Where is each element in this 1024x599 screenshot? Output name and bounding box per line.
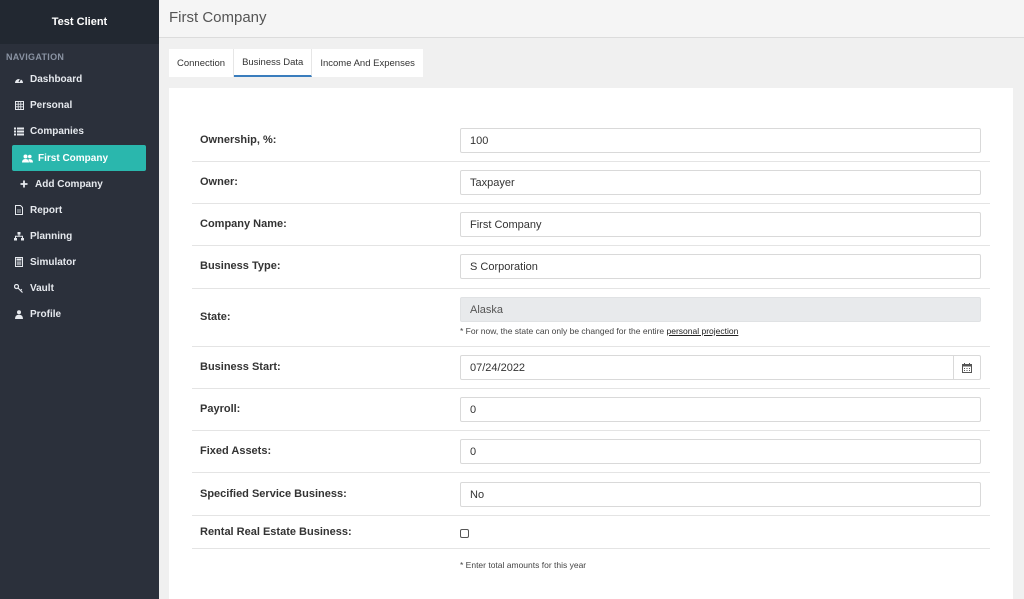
specified-service-label: Specified Service Business:	[200, 488, 347, 500]
sidebar-item-label: Personal	[30, 99, 73, 111]
sidebar: Test Client NAVIGATION Dashboard Persona…	[0, 0, 159, 599]
sidebar-item-label: First Company	[38, 152, 109, 164]
footnote: * Enter total amounts for this year	[460, 560, 587, 570]
business-type-select[interactable]: S Corporation	[460, 254, 981, 279]
plus-icon	[17, 180, 31, 188]
sidebar-item-report[interactable]: Report	[0, 197, 159, 223]
tab-income-and-expenses[interactable]: Income And Expenses	[312, 49, 423, 77]
tab-bar: Connection Business Data Income And Expe…	[169, 49, 423, 77]
sidebar-item-dashboard[interactable]: Dashboard	[0, 66, 159, 92]
state-note: * For now, the state can only be changed…	[460, 326, 739, 336]
calculator-icon	[12, 257, 26, 267]
sidebar-item-vault[interactable]: Vault	[0, 275, 159, 301]
form-row-specified-service: Specified Service Business: No	[192, 473, 990, 516]
form-row-owner: Owner: Taxpayer	[192, 162, 990, 204]
payroll-input[interactable]: 0	[460, 397, 981, 422]
sidebar-item-label: Vault	[30, 282, 54, 294]
state-input: Alaska	[460, 297, 981, 322]
owner-label: Owner:	[200, 176, 238, 188]
company-name-input[interactable]: First Company	[460, 212, 981, 237]
sidebar-item-add-company[interactable]: Add Company	[0, 171, 159, 197]
business-start-label: Business Start:	[200, 361, 281, 373]
user-icon	[12, 309, 26, 319]
business-start-value: 07/24/2022	[470, 361, 526, 374]
rental-real-estate-checkbox[interactable]	[460, 529, 469, 538]
sitemap-icon	[12, 231, 26, 241]
form-row-rental-real-estate: Rental Real Estate Business:	[192, 516, 990, 549]
form-row-state: State: Alaska * For now, the state can o…	[192, 289, 990, 347]
sidebar-item-simulator[interactable]: Simulator	[0, 249, 159, 275]
sidebar-item-first-company[interactable]: First Company	[12, 145, 146, 171]
sidebar-item-companies[interactable]: Companies	[0, 118, 159, 144]
sidebar-item-label: Add Company	[35, 178, 103, 190]
state-label: State:	[200, 311, 231, 323]
sidebar-item-planning[interactable]: Planning	[0, 223, 159, 249]
dashboard-icon	[12, 75, 26, 84]
ownership-label: Ownership, %:	[200, 134, 277, 146]
sidebar-item-personal[interactable]: Personal	[0, 92, 159, 118]
business-type-label: Business Type:	[200, 260, 281, 272]
form-row-payroll: Payroll: 0	[192, 389, 990, 431]
business-start-date-input[interactable]: 07/24/2022	[460, 355, 981, 380]
business-data-form: Ownership, %: 100 Owner: Taxpayer Compan…	[169, 88, 1013, 599]
specified-service-select[interactable]: No	[460, 482, 981, 507]
tab-business-data[interactable]: Business Data	[234, 49, 313, 77]
form-row-ownership: Ownership, %: 100	[192, 120, 990, 162]
key-icon	[12, 283, 26, 293]
personal-projection-link[interactable]: personal projection	[667, 326, 739, 336]
page-title: First Company	[169, 9, 267, 26]
sidebar-item-profile[interactable]: Profile	[0, 301, 159, 327]
sidebar-item-label: Profile	[30, 308, 62, 320]
page-header: First Company	[159, 0, 1024, 38]
form-row-business-start: Business Start: 07/24/2022	[192, 347, 990, 389]
fixed-assets-input[interactable]: 0	[460, 439, 981, 464]
calendar-icon[interactable]	[953, 356, 980, 379]
file-icon	[12, 205, 26, 215]
nav-heading: NAVIGATION	[6, 52, 65, 62]
form-row-fixed-assets: Fixed Assets: 0	[192, 431, 990, 473]
form-row-business-type: Business Type: S Corporation	[192, 246, 990, 289]
client-name[interactable]: Test Client	[0, 0, 159, 44]
sidebar-item-label: Dashboard	[30, 73, 83, 85]
rental-real-estate-label: Rental Real Estate Business:	[200, 526, 352, 538]
grid-icon	[12, 100, 26, 110]
sidebar-item-label: Planning	[30, 230, 73, 242]
owner-select[interactable]: Taxpayer	[460, 170, 981, 195]
company-name-label: Company Name:	[200, 218, 287, 230]
sidebar-item-label: Companies	[30, 125, 84, 137]
fixed-assets-label: Fixed Assets:	[200, 445, 272, 457]
payroll-label: Payroll:	[200, 403, 241, 415]
form-row-company-name: Company Name: First Company	[192, 204, 990, 246]
tab-connection[interactable]: Connection	[169, 49, 235, 77]
ownership-input[interactable]: 100	[460, 128, 981, 153]
sidebar-item-label: Report	[30, 204, 63, 216]
sidebar-item-label: Simulator	[30, 256, 77, 268]
list-icon	[12, 127, 26, 136]
users-icon	[20, 154, 34, 163]
